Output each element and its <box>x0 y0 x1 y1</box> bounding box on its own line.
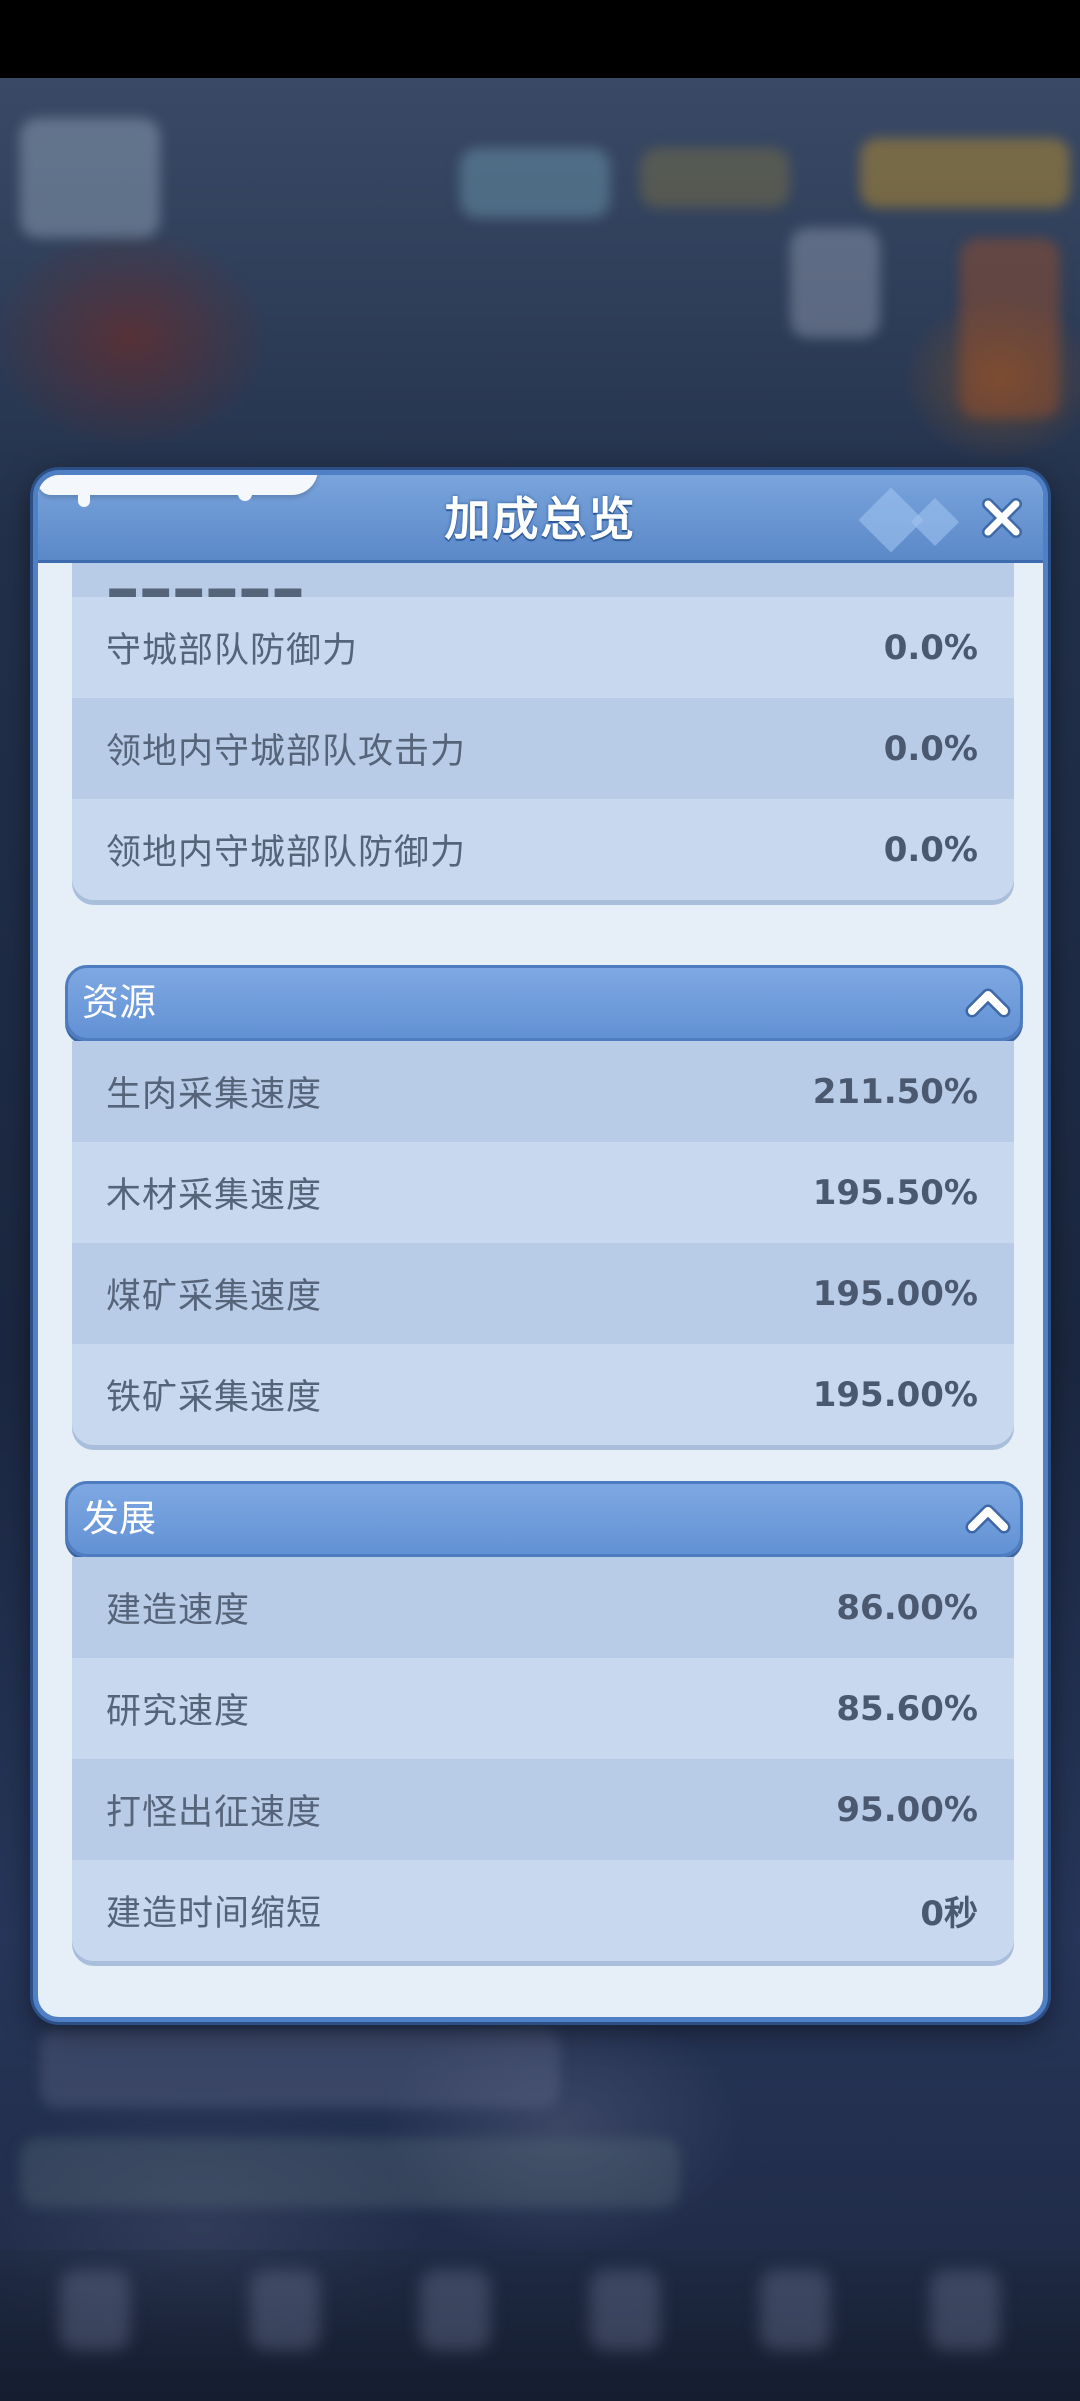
row-label: 领地内守城部队攻击力 <box>106 732 467 772</box>
list-item: 铁矿采集速度 195.00% <box>72 1344 1014 1445</box>
row-value: 195.50% <box>812 1172 978 1213</box>
list-item: 领地内守城部队防御力 0.0% <box>72 799 1014 900</box>
list-item-cut-off: ▬▬▬▬▬▬ <box>72 563 1014 597</box>
list-item: 研究速度 85.60% <box>72 1658 1014 1759</box>
row-value: 85.60% <box>836 1688 978 1729</box>
nav-item-blurred <box>250 2270 320 2350</box>
close-button[interactable] <box>971 487 1033 549</box>
section-title: 资源 <box>82 981 156 1024</box>
bonus-list-scroll[interactable]: ▬▬▬▬▬▬ 守城部队防御力 0.0% 领地内守城部队攻击力 0.0% 领地内守… <box>38 563 1043 2017</box>
bottom-nav-bar-blurred <box>0 2250 1080 2401</box>
dialog-header: 加成总览 <box>38 475 1043 563</box>
chevron-up-icon <box>965 988 1011 1018</box>
row-label: 木材采集速度 <box>106 1176 323 1216</box>
row-value: 0.0% <box>883 627 978 668</box>
close-x-icon <box>982 498 1022 538</box>
row-value: 195.00% <box>812 1273 978 1314</box>
row-label: 守城部队防御力 <box>106 631 359 671</box>
row-label: 研究速度 <box>106 1692 251 1732</box>
row-value: 0.0% <box>883 829 978 870</box>
section-card-resources: 生肉采集速度 211.50% 木材采集速度 195.50% 煤矿采集速度 195… <box>72 1041 1014 1445</box>
nav-item-blurred <box>930 2270 1000 2350</box>
row-value: 195.00% <box>812 1374 978 1415</box>
row-label: 打怪出征速度 <box>106 1793 323 1833</box>
list-item: 守城部队防御力 0.0% <box>72 597 1014 698</box>
chevron-up-icon <box>965 1504 1011 1534</box>
list-item: 建造速度 86.00% <box>72 1557 1014 1658</box>
row-value: 0.0% <box>883 728 978 769</box>
row-label: 建造速度 <box>106 1591 251 1631</box>
section-header-development[interactable]: 发展 <box>65 1481 1023 1557</box>
row-label: 煤矿采集速度 <box>106 1277 323 1317</box>
list-item: 建造时间缩短 0秒 <box>72 1860 1014 1961</box>
list-item: 木材采集速度 195.50% <box>72 1142 1014 1243</box>
bonus-overview-dialog: 加成总览 ▬▬▬▬▬▬ 守城部队防御力 0.0% 领地内守城部队攻击力 0.0%… <box>33 470 1048 2022</box>
nav-item-blurred <box>760 2270 830 2350</box>
row-value: 86.00% <box>836 1587 978 1628</box>
row-value: 95.00% <box>836 1789 978 1830</box>
nav-item-blurred <box>420 2270 490 2350</box>
row-value: 211.50% <box>812 1071 978 1112</box>
status-bar <box>0 0 1080 78</box>
section-card-development: 建造速度 86.00% 研究速度 85.60% 打怪出征速度 95.00% 建造… <box>72 1557 1014 1961</box>
row-value: 0秒 <box>920 1894 978 1934</box>
dialog-title: 加成总览 <box>444 492 637 546</box>
list-item: 打怪出征速度 95.00% <box>72 1759 1014 1860</box>
row-label: 铁矿采集速度 <box>106 1378 323 1418</box>
section-card-defense: ▬▬▬▬▬▬ 守城部队防御力 0.0% 领地内守城部队攻击力 0.0% 领地内守… <box>72 563 1014 900</box>
row-label: 建造时间缩短 <box>106 1894 323 1934</box>
nav-item-blurred <box>60 2270 130 2350</box>
section-header-resources[interactable]: 资源 <box>65 965 1023 1041</box>
section-title: 发展 <box>82 1497 156 1540</box>
row-label: 生肉采集速度 <box>106 1075 323 1115</box>
list-item: 领地内守城部队攻击力 0.0% <box>72 698 1014 799</box>
list-item: 煤矿采集速度 195.00% <box>72 1243 1014 1344</box>
list-item: 生肉采集速度 211.50% <box>72 1041 1014 1142</box>
row-label: 领地内守城部队防御力 <box>106 833 467 873</box>
nav-item-blurred <box>590 2270 660 2350</box>
